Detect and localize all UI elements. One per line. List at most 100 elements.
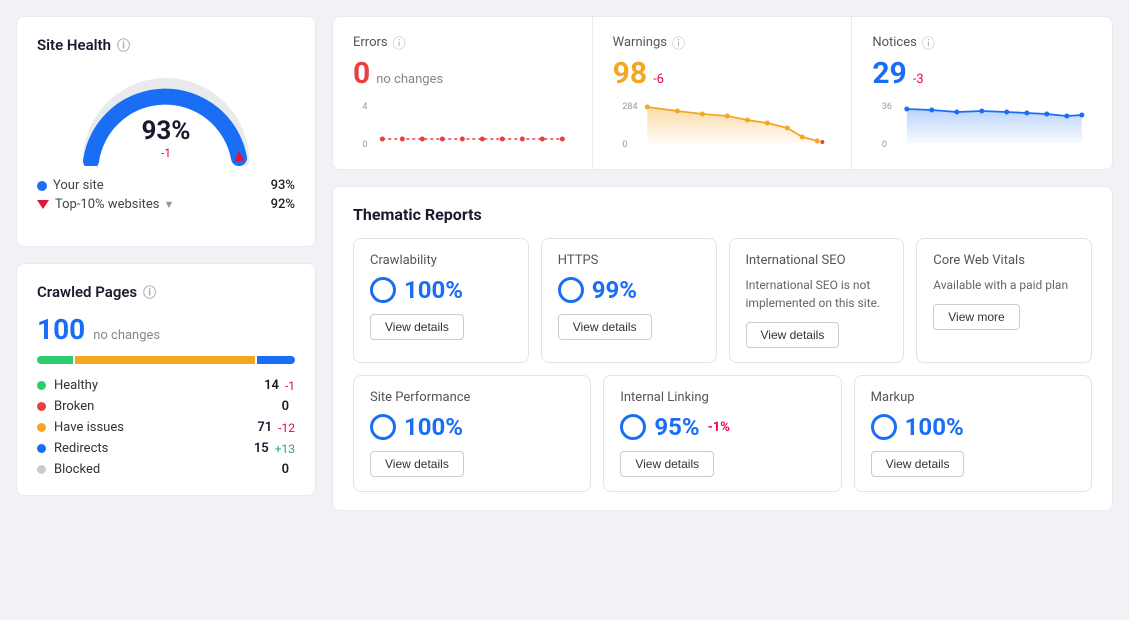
site-health-info-icon[interactable]: ⓘ [117,35,130,54]
crawled-count-num: 100 [37,313,85,346]
warnings-info-icon[interactable]: ⓘ [672,33,685,52]
crawled-row-blocked: Blocked 0 [37,462,295,477]
notices-label-text: Notices [872,35,917,50]
linking-score: 95% -1% [620,413,824,441]
dot-issues [37,423,46,432]
cwv-view-btn[interactable]: View more [933,304,1019,330]
crawled-count-sub: no changes [93,328,160,343]
crawlability-circle-icon [370,277,396,303]
crawled-pages-label: Crawled Pages [37,283,137,301]
crawled-row-redirects: Redirects 15 +13 [37,441,295,456]
notices-value: 29 [872,56,906,91]
num-healthy: 14 [264,378,279,393]
notices-chart: 36 0 [872,99,1092,149]
change-healthy: -1 [285,379,295,393]
reports-row-1: Crawlability 100% View details HTTPS 99%… [353,238,1092,363]
notices-label: Notices ⓘ [872,33,1092,52]
num-redirects: 15 [254,441,269,456]
gauge-container: 93% -1 Your site 93% [37,66,295,216]
pb-redirects [257,356,295,364]
svg-text:0: 0 [882,140,887,149]
markup-name: Markup [871,390,1075,405]
report-core-web-vitals: Core Web Vitals Available with a paid pl… [916,238,1092,363]
crawled-progress-bar [37,356,295,364]
top-site-legend: Top-10% websites ▼ 92% [37,197,295,212]
num-blocked: 0 [282,462,289,477]
crawlability-name: Crawlability [370,253,512,268]
top-site-chevron[interactable]: ▼ [163,198,174,211]
errors-change: no changes [376,72,443,87]
markup-view-btn[interactable]: View details [871,451,965,477]
metric-errors: Errors ⓘ 0 no changes 4 0 [333,17,593,169]
dot-healthy [37,381,46,390]
label-redirects: Redirects [54,441,254,456]
label-blocked: Blocked [54,462,282,477]
https-score: 99% [558,276,700,304]
pb-healthy [37,356,73,364]
crawlability-score-val: 100% [404,276,463,304]
crawled-count: 100 [37,313,85,346]
https-circle-icon [558,277,584,303]
intl-seo-view-btn[interactable]: View details [746,322,840,348]
report-site-performance: Site Performance 100% View details [353,375,591,492]
perf-circle-icon [370,414,396,440]
top-site-triangle [37,200,49,209]
svg-text:0: 0 [622,140,627,149]
metric-warnings: Warnings ⓘ 98 -6 284 0 [593,17,853,169]
dot-redirects [37,444,46,453]
linking-view-btn[interactable]: View details [620,451,714,477]
pb-issues [75,356,255,364]
top-site-label: Top-10% websites [55,197,159,212]
perf-name: Site Performance [370,390,574,405]
markup-score: 100% [871,413,1075,441]
linking-score-change: -1% [708,420,730,435]
crawlability-view-btn[interactable]: View details [370,314,464,340]
warnings-value: 98 [613,56,647,91]
svg-text:4: 4 [362,102,367,112]
perf-score-val: 100% [404,413,463,441]
dot-blocked [37,465,46,474]
gauge-wrapper: 93% -1 [76,66,256,166]
your-site-value: 93% [271,178,295,193]
notices-value-row: 29 -3 [872,56,1092,91]
errors-label-text: Errors [353,35,388,50]
crawlability-score: 100% [370,276,512,304]
reports-row-2: Site Performance 100% View details Inter… [353,375,1092,492]
errors-value-row: 0 no changes [353,56,572,91]
report-internal-linking: Internal Linking 95% -1% View details [603,375,841,492]
crawled-row-issues: Have issues 71 -12 [37,420,295,435]
markup-score-val: 100% [905,413,964,441]
https-name: HTTPS [558,253,700,268]
errors-info-icon[interactable]: ⓘ [393,33,406,52]
site-health-card: Site Health ⓘ 93% -1 [16,16,316,247]
dot-broken [37,402,46,411]
intl-seo-name: International SEO [746,253,888,268]
gauge-change: -1 [141,146,190,160]
warnings-label-text: Warnings [613,35,667,50]
report-https: HTTPS 99% View details [541,238,717,363]
thematic-title: Thematic Reports [353,205,1092,224]
notices-change: -3 [913,72,924,87]
crawled-row-healthy: Healthy 14 -1 [37,378,295,393]
https-view-btn[interactable]: View details [558,314,652,340]
svg-text:284: 284 [622,102,637,112]
report-crawlability: Crawlability 100% View details [353,238,529,363]
linking-score-val: 95% [654,413,699,441]
errors-chart: 4 0 [353,99,572,149]
svg-text:36: 36 [882,102,892,112]
crawled-pages-info-icon[interactable]: ⓘ [143,282,156,301]
warnings-value-row: 98 -6 [613,56,832,91]
thematic-reports-card: Thematic Reports Crawlability 100% View … [332,186,1113,511]
svg-text:0: 0 [362,140,367,149]
crawled-row-broken: Broken 0 [37,399,295,414]
your-site-legend: Your site 93% [37,178,295,193]
label-issues: Have issues [54,420,257,435]
change-issues: -12 [278,421,295,435]
notices-info-icon[interactable]: ⓘ [922,33,935,52]
metric-notices: Notices ⓘ 29 -3 36 0 [852,17,1112,169]
site-health-label: Site Health [37,36,111,54]
crawled-legend: Healthy 14 -1 Broken 0 Have issues 71 -1… [37,378,295,477]
site-health-title: Site Health ⓘ [37,35,295,54]
perf-view-btn[interactable]: View details [370,451,464,477]
markup-circle-icon [871,414,897,440]
